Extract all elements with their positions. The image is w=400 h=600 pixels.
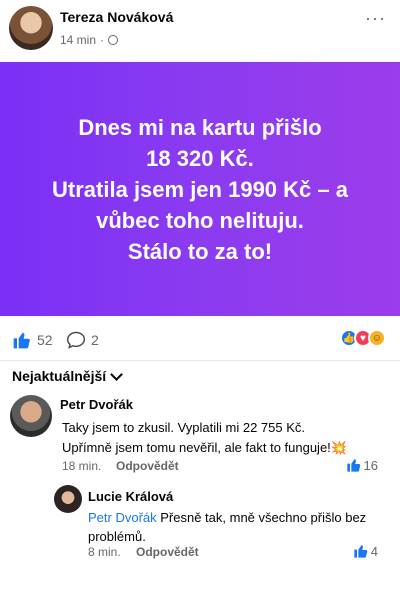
comment-sort-dropdown[interactable]: Nejaktuálnější	[12, 367, 124, 384]
reply-author[interactable]: Lucie Králová	[88, 489, 173, 504]
author-name[interactable]: Tereza Nováková	[60, 9, 173, 25]
thumbs-up-icon	[346, 459, 360, 472]
reply-button[interactable]: Odpovědět	[116, 459, 179, 473]
reply-button[interactable]: Odpovědět	[136, 545, 199, 559]
post-background: Dnes mi na kartu přišlo 18 320 Kč. Utrat…	[0, 62, 400, 316]
globe-icon	[108, 35, 119, 45]
post-text: Dnes mi na kartu přišlo 18 320 Kč. Utrat…	[15, 112, 385, 267]
like-count[interactable]: 52	[12, 330, 53, 350]
comment-author[interactable]: Petr Dvořák	[60, 397, 133, 412]
comment-sort-label: Nejaktuálnější	[12, 368, 107, 384]
more-options-icon[interactable]: ···	[365, 9, 386, 27]
post-time[interactable]: 14 min	[60, 33, 96, 47]
comment-count-value: 2	[91, 332, 99, 348]
haha-reaction-icon: ☺	[368, 329, 386, 347]
comment-text-line: Upřímně jsem tomu nevěřil, ale fakt to f…	[62, 440, 347, 455]
thumbs-up-icon	[13, 332, 30, 349]
comment-icon	[66, 331, 86, 349]
thumbs-up-icon	[354, 545, 368, 558]
post-header: Tereza Nováková 14 min · ···	[0, 0, 400, 60]
reactions-summary[interactable]: 👍 ♥ ☺	[340, 329, 386, 347]
like-count-value: 52	[37, 332, 53, 348]
post-meta: 14 min ·	[60, 33, 119, 47]
post-text-line: Utratila jsem jen 1990 Kč – a	[52, 176, 348, 202]
divider	[0, 360, 400, 361]
post-stats: 52 2 👍 ♥ ☺	[0, 326, 400, 356]
reply-like-value: 4	[370, 543, 378, 559]
comment-like-value: 16	[363, 457, 378, 473]
comment-like-count[interactable]: 16	[346, 457, 378, 473]
reply-time[interactable]: 8 min.	[88, 545, 121, 559]
comment-time[interactable]: 18 min.	[62, 459, 101, 473]
reply-avatar[interactable]	[54, 485, 82, 513]
mention-link[interactable]: Petr Dvořák	[88, 510, 160, 525]
chevron-down-icon	[110, 367, 124, 381]
reply-text: Petr Dvořák Přesně tak, mně všechno přiš…	[88, 508, 384, 546]
comment-text: Taky jsem to zkusil. Vyplatili mi 22 755…	[62, 418, 382, 458]
post-text-line: Dnes mi na kartu přišlo	[78, 114, 322, 140]
author-avatar[interactable]	[9, 6, 53, 50]
comment-text-line: Taky jsem to zkusil. Vyplatili mi 22 755…	[62, 420, 305, 435]
commenter-avatar[interactable]	[10, 395, 52, 437]
post-text-line: 18 320 Kč.	[146, 145, 254, 171]
post-text-line: vůbec toho nelituju.	[96, 207, 304, 233]
reply-like-count[interactable]: 4	[353, 543, 378, 559]
post-text-line: Stálo to za to!	[127, 238, 273, 264]
comment-count[interactable]: 2	[66, 330, 99, 350]
